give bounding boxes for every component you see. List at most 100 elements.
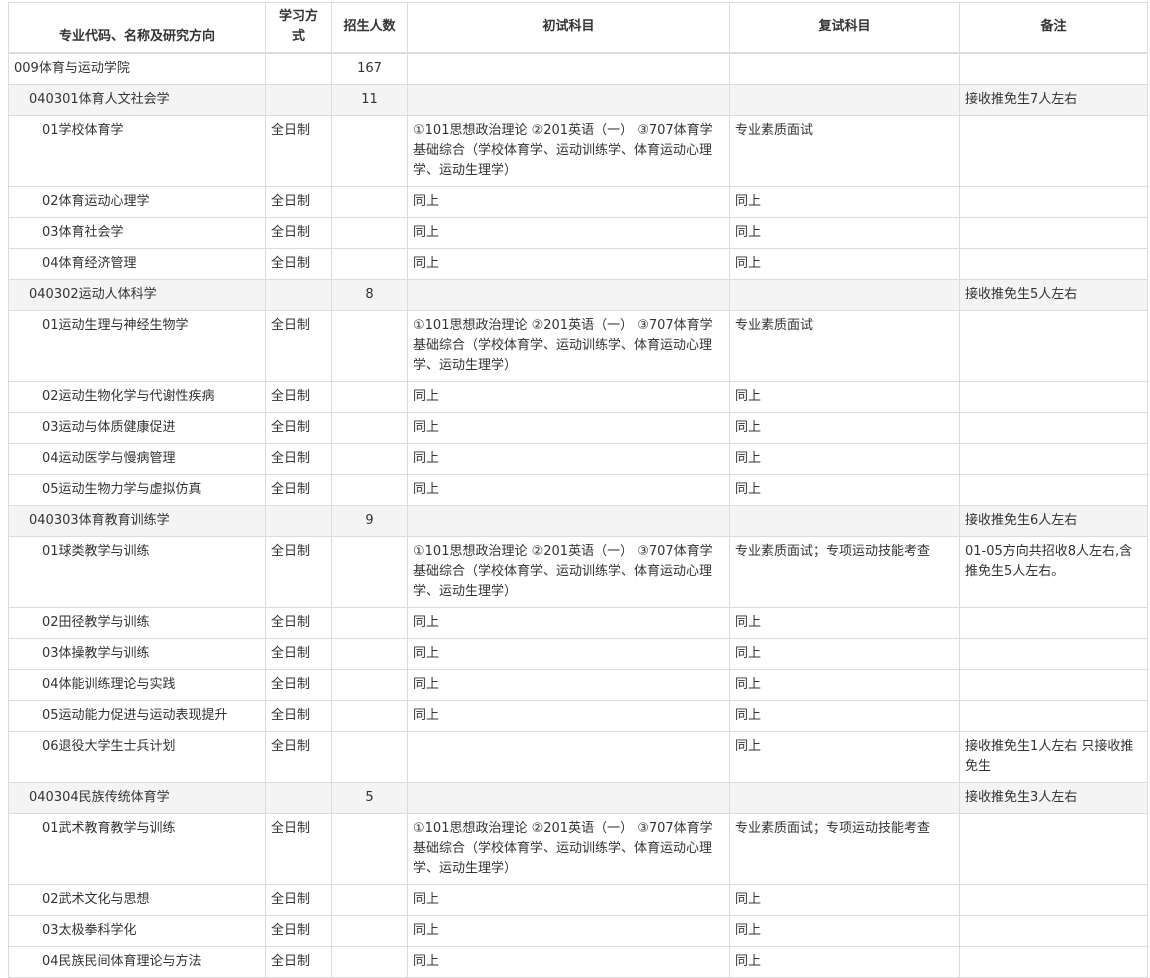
cell-exam-subjects (407, 83, 730, 116)
direction-row: 01武术教育教学与训练 全日制 ①101思想政治理论 ②201英语（一） ③707体… (8, 812, 1148, 885)
cell-name: 05运动能力促进与运动表现提升 (8, 699, 266, 732)
cell-exam-subjects (407, 730, 730, 783)
cell-retest-subjects: 专业素质面试 (729, 114, 960, 187)
cell-retest-subjects: 专业素质面试；专项运动技能考查 (729, 812, 960, 885)
direction-row: 01运动生理与神经生物学 全日制 ①101思想政治理论 ②201英语（一） ③707… (8, 309, 1148, 382)
direction-row: 01学校体育学 全日制 ①101思想政治理论 ②201英语（一） ③707体育学基础… (8, 114, 1148, 187)
cell-enrollment (331, 637, 408, 670)
cell-exam-subjects: 同上 (407, 945, 730, 978)
cell-enrollment (331, 247, 408, 280)
cell-notes (959, 247, 1148, 280)
cell-retest-subjects: 同上 (729, 473, 960, 506)
cell-notes: 接收推免生5人左右 (959, 278, 1148, 311)
direction-row: 02运动生物化学与代谢性疾病 全日制 同上 同上 (8, 380, 1148, 413)
cell-notes (959, 914, 1148, 947)
cell-exam-subjects: 同上 (407, 473, 730, 506)
cell-name: 04体能训练理论与实践 (8, 668, 266, 701)
cell-enrollment (331, 114, 408, 187)
cell-notes (959, 114, 1148, 187)
cell-study-mode: 全日制 (265, 883, 332, 916)
major-row: 040304民族传统体育学 5 接收推免生3人左右 (8, 781, 1148, 814)
cell-enrollment (331, 730, 408, 783)
cell-exam-subjects (407, 781, 730, 814)
cell-retest-subjects: 同上 (729, 699, 960, 732)
cell-name: 01学校体育学 (8, 114, 266, 187)
cell-name: 040302运动人体科学 (8, 278, 266, 311)
cell-retest-subjects: 同上 (729, 883, 960, 916)
direction-row: 05运动能力促进与运动表现提升 全日制 同上 同上 (8, 699, 1148, 732)
cell-study-mode: 全日制 (265, 309, 332, 382)
cell-study-mode (265, 278, 332, 311)
cell-retest-subjects: 同上 (729, 668, 960, 701)
cell-name: 040301体育人文社会学 (8, 83, 266, 116)
cell-name: 01球类教学与训练 (8, 535, 266, 608)
college-row: 009体育与运动学院 167 (8, 52, 1148, 85)
cell-study-mode: 全日制 (265, 606, 332, 639)
cell-retest-subjects: 同上 (729, 606, 960, 639)
cell-enrollment: 9 (331, 504, 408, 537)
cell-notes: 接收推免生3人左右 (959, 781, 1148, 814)
cell-retest-subjects (729, 52, 960, 85)
direction-row: 03体操教学与训练 全日制 同上 同上 (8, 637, 1148, 670)
direction-row: 01球类教学与训练 全日制 ①101思想政治理论 ②201英语（一） ③707体育学… (8, 535, 1148, 608)
cell-enrollment (331, 699, 408, 732)
cell-retest-subjects: 同上 (729, 380, 960, 413)
cell-study-mode (265, 504, 332, 537)
cell-study-mode: 全日制 (265, 730, 332, 783)
cell-enrollment (331, 473, 408, 506)
cell-name: 04体育经济管理 (8, 247, 266, 280)
cell-enrollment: 5 (331, 781, 408, 814)
cell-retest-subjects (729, 781, 960, 814)
cell-notes: 接收推免生1人左右 只接收推免生 (959, 730, 1148, 783)
major-row: 040301体育人文社会学 11 接收推免生7人左右 (8, 83, 1148, 116)
header-enrollment: 招生人数 (331, 2, 408, 54)
cell-study-mode: 全日制 (265, 812, 332, 885)
cell-retest-subjects: 同上 (729, 730, 960, 783)
cell-exam-subjects: 同上 (407, 247, 730, 280)
cell-name: 03太极拳科学化 (8, 914, 266, 947)
cell-enrollment (331, 380, 408, 413)
direction-row: 04民族民间体育理论与方法 全日制 同上 同上 (8, 945, 1148, 978)
cell-study-mode: 全日制 (265, 114, 332, 187)
cell-notes (959, 309, 1148, 382)
cell-exam-subjects: 同上 (407, 668, 730, 701)
direction-row: 04体能训练理论与实践 全日制 同上 同上 (8, 668, 1148, 701)
direction-row: 02田径教学与训练 全日制 同上 同上 (8, 606, 1148, 639)
direction-row: 02武术文化与思想 全日制 同上 同上 (8, 883, 1148, 916)
cell-retest-subjects: 同上 (729, 442, 960, 475)
cell-study-mode: 全日制 (265, 247, 332, 280)
cell-exam-subjects: ①101思想政治理论 ②201英语（一） ③707体育学基础综合（学校体育学、运… (407, 812, 730, 885)
cell-study-mode: 全日制 (265, 914, 332, 947)
cell-exam-subjects: 同上 (407, 606, 730, 639)
cell-study-mode: 全日制 (265, 380, 332, 413)
cell-retest-subjects (729, 278, 960, 311)
cell-exam-subjects: 同上 (407, 185, 730, 218)
cell-retest-subjects (729, 504, 960, 537)
table-header-row: 专业代码、名称及研究方向 学习方式 招生人数 初试科目 复试科目 备注 (8, 2, 1148, 54)
cell-exam-subjects: 同上 (407, 380, 730, 413)
cell-study-mode: 全日制 (265, 442, 332, 475)
cell-name: 040303体育教育训练学 (8, 504, 266, 537)
cell-name: 02运动生物化学与代谢性疾病 (8, 380, 266, 413)
cell-name: 01运动生理与神经生物学 (8, 309, 266, 382)
cell-notes: 接收推免生7人左右 (959, 83, 1148, 116)
header-notes: 备注 (959, 2, 1148, 54)
cell-notes (959, 216, 1148, 249)
cell-exam-subjects: 同上 (407, 637, 730, 670)
cell-exam-subjects (407, 52, 730, 85)
cell-study-mode: 全日制 (265, 216, 332, 249)
direction-row: 04运动医学与慢病管理 全日制 同上 同上 (8, 442, 1148, 475)
cell-enrollment (331, 309, 408, 382)
major-row: 040303体育教育训练学 9 接收推免生6人左右 (8, 504, 1148, 537)
cell-name: 03体育社会学 (8, 216, 266, 249)
header-exam-subjects: 初试科目 (407, 2, 730, 54)
cell-retest-subjects (729, 83, 960, 116)
cell-exam-subjects: 同上 (407, 216, 730, 249)
cell-name: 01武术教育教学与训练 (8, 812, 266, 885)
cell-enrollment: 11 (331, 83, 408, 116)
cell-study-mode: 全日制 (265, 535, 332, 608)
admissions-table: 专业代码、名称及研究方向 学习方式 招生人数 初试科目 复试科目 备注 009体… (8, 2, 1148, 978)
cell-name: 04运动医学与慢病管理 (8, 442, 266, 475)
cell-name: 06退役大学生士兵计划 (8, 730, 266, 783)
cell-enrollment: 8 (331, 278, 408, 311)
